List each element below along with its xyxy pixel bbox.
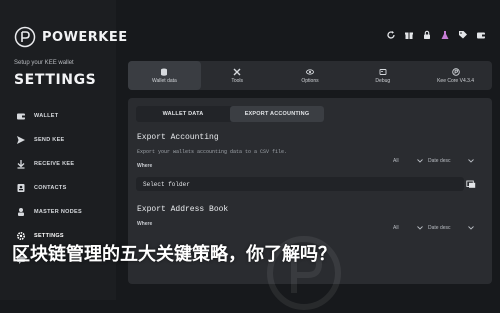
tab-label: Tools <box>231 77 244 84</box>
folder-open-icon[interactable] <box>466 179 476 189</box>
tab-label: Kee Core V4.3.4 <box>437 77 475 84</box>
tab-kee-core[interactable]: Kee Core V4.3.4 <box>419 61 492 90</box>
where-label: Where <box>137 163 153 169</box>
tab-label: Wallet data <box>151 77 177 84</box>
sidebar-item-label: SETTINGS <box>34 233 64 239</box>
sidebar-item-label: RECEIVE KEE <box>34 161 75 167</box>
chevron-down-icon <box>417 159 423 163</box>
export-accounting-title: Export Accounting <box>137 133 219 142</box>
select-folder-input[interactable]: Select folder <box>136 177 464 191</box>
tab-label: Debug <box>375 77 391 84</box>
sidebar-item-label: MASTER NODES <box>34 209 82 215</box>
lock-icon[interactable] <box>422 30 432 40</box>
chevron-down-icon <box>468 226 474 230</box>
sidebar-item-contacts[interactable]: CONTACTS <box>16 176 82 200</box>
settings-tabs: Wallet data Tools Options Debug Kee Core… <box>128 61 492 90</box>
dropdown-value: All <box>393 225 399 231</box>
sidebar-item-label: WALLET <box>34 113 59 119</box>
send-icon <box>17 136 25 144</box>
brand-name: POWERKEE <box>42 29 128 45</box>
dropdown-value: All <box>393 158 399 164</box>
tag-icon[interactable] <box>458 30 468 40</box>
master-nodes-icon <box>18 208 24 216</box>
logo-icon <box>451 67 460 76</box>
tools-icon <box>233 68 241 75</box>
contacts-icon <box>17 184 25 192</box>
refresh-icon[interactable] <box>386 30 396 40</box>
top-toolbar <box>386 30 486 40</box>
tab-wallet-data[interactable]: Wallet data <box>128 61 201 90</box>
filter-all-dropdown[interactable]: All <box>393 155 423 167</box>
overlay-headline: 区块链管理的五大关键策略，你了解吗？ <box>12 244 336 265</box>
sort-date-dropdown[interactable]: Date desc <box>428 155 474 167</box>
subtab-wallet-data[interactable]: WALLET DATA <box>136 106 230 122</box>
brand-logo[interactable]: POWERKEE <box>14 26 128 48</box>
dropdown-value: Date desc <box>428 225 451 231</box>
sidebar-item-send-kee[interactable]: SEND KEE <box>16 128 82 152</box>
flask-icon[interactable] <box>440 30 450 40</box>
wallet-icon <box>17 113 25 120</box>
sidebar-item-label: SEND KEE <box>34 137 65 143</box>
database-icon <box>161 68 168 76</box>
power-icon <box>14 26 36 48</box>
setup-text: Setup your KEE wallet <box>14 60 74 66</box>
sidebar-item-wallet[interactable]: WALLET <box>16 104 82 128</box>
sidebar-item-receive-kee[interactable]: RECEIVE KEE <box>16 152 82 176</box>
export-address-book-title: Export Address Book <box>137 205 229 214</box>
sub-tabs: WALLET DATA EXPORT ACCOUNTING <box>136 106 324 122</box>
sidebar-item-master-nodes[interactable]: MASTER NODES <box>16 200 82 224</box>
export-accounting-description: Export your wallets accounting data to a… <box>137 149 288 155</box>
filter-all-dropdown[interactable]: All <box>393 222 423 234</box>
tab-label: Options <box>301 77 319 84</box>
debug-icon <box>379 68 387 75</box>
tab-debug[interactable]: Debug <box>346 61 419 90</box>
page-title: SETTINGS <box>14 72 97 88</box>
dropdown-value: Date desc <box>428 158 451 164</box>
sort-date-dropdown[interactable]: Date desc <box>428 222 474 234</box>
select-folder-value: Select folder <box>143 180 190 188</box>
sidebar-item-label: CONTACTS <box>34 185 67 191</box>
wallet-icon[interactable] <box>476 30 486 40</box>
receive-icon <box>17 160 25 169</box>
where-label: Where <box>137 221 153 227</box>
tab-tools[interactable]: Tools <box>201 61 274 90</box>
eye-icon <box>306 68 314 75</box>
gift-icon[interactable] <box>404 30 414 40</box>
chevron-down-icon <box>417 226 423 230</box>
subtab-export-accounting[interactable]: EXPORT ACCOUNTING <box>230 106 324 122</box>
tab-options[interactable]: Options <box>274 61 347 90</box>
chevron-down-icon <box>468 159 474 163</box>
